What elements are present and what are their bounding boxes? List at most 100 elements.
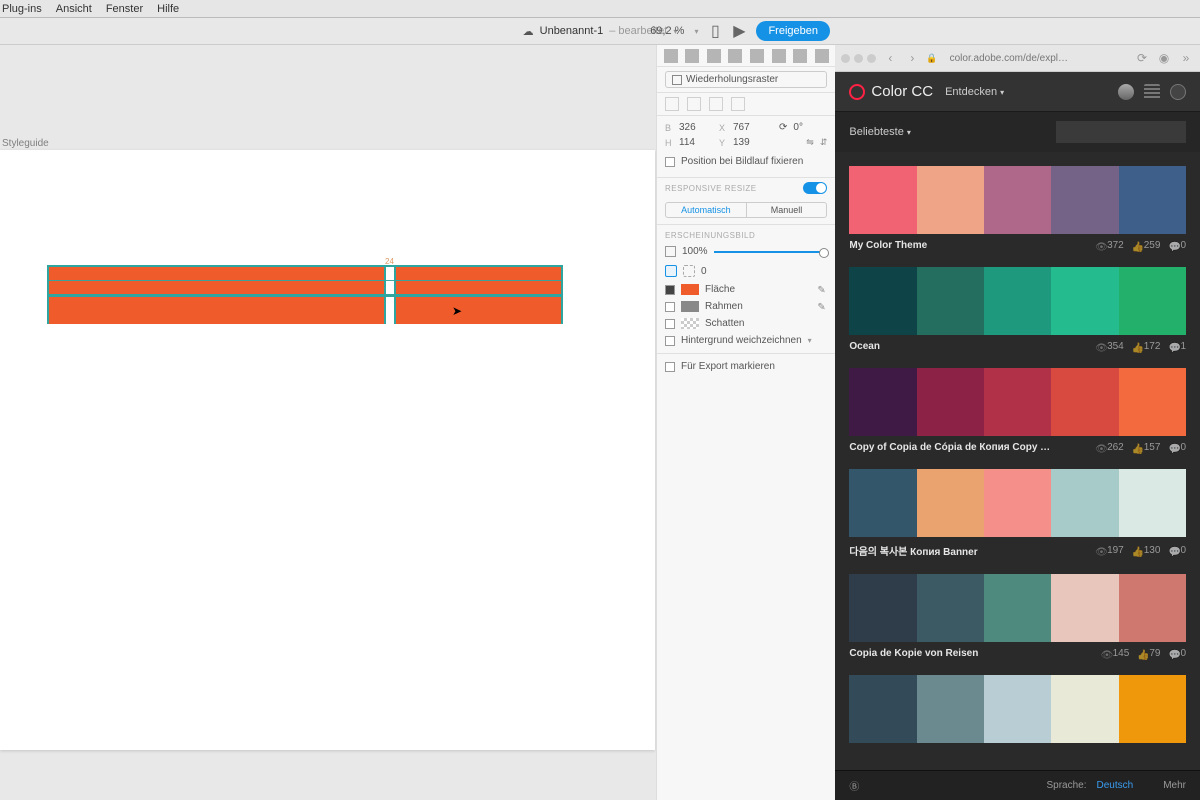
- opacity-value[interactable]: 100%: [682, 246, 708, 257]
- reload-icon[interactable]: ⟳: [1134, 50, 1150, 66]
- search-input[interactable]: [1056, 121, 1186, 143]
- likes-stat[interactable]: 👍130: [1132, 545, 1161, 556]
- share-button[interactable]: Freigeben: [756, 21, 830, 41]
- theme-swatches[interactable]: [849, 574, 1186, 642]
- boolean-exclude-icon[interactable]: [731, 97, 745, 111]
- height-input[interactable]: 114: [679, 137, 713, 148]
- fill-checkbox[interactable]: [665, 285, 675, 295]
- theme-item[interactable]: 다음의 복사본 Копия Banner 👁197 👍130 💬0: [849, 469, 1186, 558]
- filter-bar: Beliebteste ▾ ⌕: [835, 112, 1200, 152]
- comments-stat[interactable]: 💬0: [1168, 545, 1186, 556]
- theme-list[interactable]: My Color Theme 👁372 👍259 💬0 Ocean 👁354 👍…: [835, 152, 1200, 770]
- corner-same-icon[interactable]: [665, 265, 677, 277]
- device-preview-icon[interactable]: ▯: [708, 24, 722, 38]
- width-input[interactable]: 326: [679, 122, 713, 133]
- canvas[interactable]: Styleguide 24 ➤: [0, 45, 656, 800]
- cloud-icon: ☁: [523, 25, 534, 38]
- menu-window[interactable]: Fenster: [106, 3, 143, 15]
- align-top-icon[interactable]: [728, 49, 742, 63]
- doc-name[interactable]: Unbenannt-1: [540, 25, 604, 37]
- fix-scroll-checkbox[interactable]: [665, 157, 675, 167]
- back-icon[interactable]: ‹: [882, 50, 898, 66]
- likes-stat[interactable]: 👍157: [1132, 442, 1161, 453]
- colorcc-logo[interactable]: Color CC: [849, 83, 933, 100]
- x-input[interactable]: 767: [733, 122, 767, 133]
- boolean-subtract-icon[interactable]: [687, 97, 701, 111]
- y-input[interactable]: 139: [733, 137, 767, 148]
- stroke-swatch[interactable]: [681, 301, 699, 312]
- zoom-level[interactable]: 69,2 %: [650, 25, 684, 37]
- rotation-input[interactable]: 0°: [793, 122, 827, 133]
- sort-dropdown[interactable]: Beliebteste ▾: [849, 126, 911, 138]
- fill-swatch[interactable]: [681, 284, 699, 295]
- theme-swatches[interactable]: [849, 469, 1186, 537]
- theme-item[interactable]: Copy of Copia de Cópia de Копия Copy … 👁…: [849, 368, 1186, 453]
- chevron-down-icon[interactable]: ▾: [808, 336, 812, 345]
- shadow-checkbox[interactable]: [665, 319, 675, 329]
- theme-swatches[interactable]: [849, 675, 1186, 743]
- menu-help[interactable]: Hilfe: [157, 3, 179, 15]
- corner-independent-icon[interactable]: [683, 265, 695, 277]
- align-center-v-icon[interactable]: [750, 49, 764, 63]
- seg-manual[interactable]: Manuell: [746, 203, 827, 217]
- theme-swatches[interactable]: [849, 267, 1186, 335]
- align-right-icon[interactable]: [707, 49, 721, 63]
- eyedropper-icon[interactable]: ✎: [817, 302, 827, 312]
- repeat-grid-button[interactable]: Wiederholungsraster: [665, 71, 827, 88]
- theme-swatches[interactable]: [849, 166, 1186, 234]
- artboard-label[interactable]: Styleguide: [2, 138, 49, 149]
- comments-stat[interactable]: 💬1: [1168, 341, 1186, 352]
- rotate-icon[interactable]: ⟳: [779, 122, 787, 133]
- align-left-icon[interactable]: [664, 49, 678, 63]
- flip-h-icon[interactable]: ⇋: [806, 137, 814, 148]
- shadow-swatch[interactable]: [681, 318, 699, 329]
- cc-icon[interactable]: [1170, 84, 1186, 100]
- traffic-lights[interactable]: [841, 54, 876, 63]
- theme-item[interactable]: [849, 675, 1186, 743]
- eyedropper-icon[interactable]: ✎: [817, 285, 827, 295]
- export-checkbox[interactable]: [665, 362, 675, 372]
- apps-grid-icon[interactable]: [1144, 84, 1160, 100]
- artboard[interactable]: 24 ➤: [0, 150, 655, 750]
- lock-icon: 🔒: [926, 53, 937, 64]
- corner-radius-input[interactable]: 0: [701, 266, 707, 277]
- align-center-h-icon[interactable]: [685, 49, 699, 63]
- comments-stat[interactable]: 💬0: [1168, 648, 1186, 659]
- play-icon[interactable]: ▶: [732, 24, 746, 38]
- comments-stat[interactable]: 💬0: [1168, 442, 1186, 453]
- likes-stat[interactable]: 👍79: [1137, 648, 1160, 659]
- blur-checkbox[interactable]: [665, 336, 675, 346]
- entdecken-dropdown[interactable]: Entdecken ▾: [945, 86, 1004, 98]
- likes-stat[interactable]: 👍259: [1132, 240, 1161, 251]
- theme-item[interactable]: Ocean 👁354 👍172 💬1: [849, 267, 1186, 352]
- theme-item[interactable]: My Color Theme 👁372 👍259 💬0: [849, 166, 1186, 251]
- menu-plugins[interactable]: Plug-ins: [2, 3, 42, 15]
- forward-icon[interactable]: ›: [904, 50, 920, 66]
- theme-swatches[interactable]: [849, 368, 1186, 436]
- distribute-h-icon[interactable]: [793, 49, 807, 63]
- responsive-toggle[interactable]: [803, 182, 827, 194]
- behance-icon[interactable]: Ⓑ: [849, 778, 859, 793]
- lang-value[interactable]: Deutsch: [1097, 780, 1134, 791]
- opacity-slider[interactable]: [714, 251, 828, 253]
- theme-item[interactable]: Copia de Kopie von Reisen 👁145 👍79 💬0: [849, 574, 1186, 659]
- seg-auto[interactable]: Automatisch: [666, 203, 746, 217]
- extension-icon[interactable]: ◉: [1156, 50, 1172, 66]
- boolean-add-icon[interactable]: [665, 97, 679, 111]
- mehr-link[interactable]: Mehr: [1163, 780, 1186, 791]
- properties-panel: Wiederholungsraster B326 X767 ⟳ 0° H114 …: [656, 45, 835, 800]
- chevron-down-icon[interactable]: ▾: [694, 27, 698, 36]
- comments-stat[interactable]: 💬0: [1168, 240, 1186, 251]
- flip-v-icon[interactable]: ⇵: [820, 137, 828, 148]
- distribute-v-icon[interactable]: [815, 49, 829, 63]
- resize-mode-segment[interactable]: Automatisch Manuell: [665, 202, 827, 218]
- more-icon[interactable]: »: [1178, 50, 1194, 66]
- boolean-intersect-icon[interactable]: [709, 97, 723, 111]
- stroke-checkbox[interactable]: [665, 302, 675, 312]
- align-bottom-icon[interactable]: [772, 49, 786, 63]
- url-bar[interactable]: color.adobe.com/de/expl…: [944, 51, 1128, 66]
- likes-stat[interactable]: 👍172: [1132, 341, 1161, 352]
- avatar[interactable]: [1118, 84, 1134, 100]
- repeat-grid-object[interactable]: [47, 265, 563, 324]
- menu-view[interactable]: Ansicht: [56, 3, 92, 15]
